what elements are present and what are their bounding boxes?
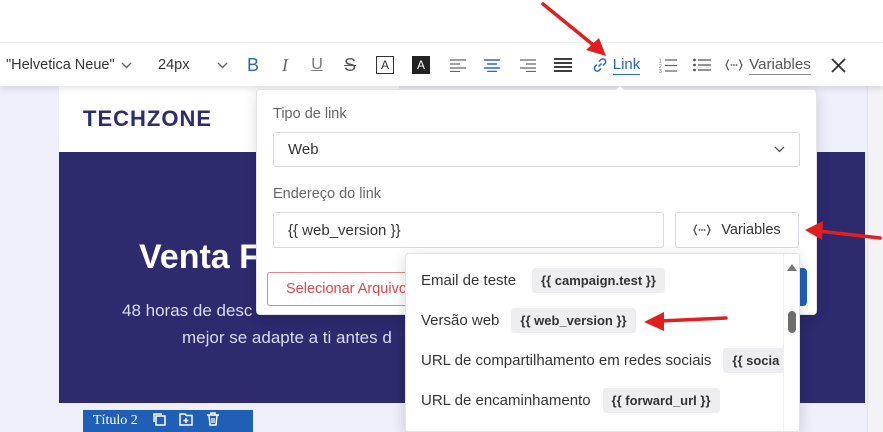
select-file-label: Selecionar Arquivo (286, 281, 407, 297)
bullet-list-button[interactable] (691, 43, 713, 87)
align-left-icon (450, 58, 466, 72)
variables-button-label: Variables (749, 55, 811, 75)
strikethrough-button[interactable]: S (339, 43, 361, 87)
variables-icon (693, 224, 712, 236)
chevron-down-icon (217, 62, 228, 69)
link-button-label: Link (612, 55, 641, 75)
align-center-button[interactable] (482, 43, 502, 87)
bullet-list-icon (693, 58, 711, 72)
underline-icon: U (311, 56, 323, 73)
close-icon (830, 57, 846, 73)
svg-text:3: 3 (659, 69, 662, 73)
insert-variable-label: Variables (721, 222, 781, 238)
align-center-icon (484, 58, 500, 72)
variable-tag: {{ socia (723, 348, 789, 373)
variable-option-forward-url[interactable]: URL de encaminhamento {{ forward_url }} (421, 388, 720, 413)
link-button[interactable]: Link (586, 43, 646, 87)
hero-text-line-2: mejor se adapte a ti antes d (182, 328, 392, 347)
select-file-button[interactable]: Selecionar Arquivo (267, 272, 417, 306)
justify-icon (554, 58, 572, 72)
link-type-label: Tipo de link (273, 106, 347, 122)
chevron-down-icon (121, 62, 132, 69)
variable-option-social-share-url[interactable]: URL de compartilhamento em redes sociais… (421, 348, 789, 373)
hero-title[interactable]: Venta F (139, 238, 260, 277)
save-block-icon[interactable] (178, 411, 194, 432)
insert-variable-button[interactable]: Variables (675, 212, 799, 248)
close-toolbar-button[interactable] (826, 43, 850, 87)
hero-text-line-1: 48 horas de desc (122, 301, 253, 320)
variables-button[interactable]: Variables (722, 43, 814, 87)
variable-tag: {{ campaign.test }} (532, 268, 665, 293)
font-size-value: 24px (158, 57, 190, 73)
text-color-button[interactable]: A (374, 43, 396, 87)
text-color-icon: A (376, 56, 394, 74)
variables-icon (725, 59, 744, 71)
variables-dropdown: Email de teste {{ campaign.test }} Versã… (405, 253, 800, 432)
chevron-down-icon (774, 146, 785, 153)
popover-caret (613, 86, 627, 93)
justify-button[interactable] (553, 43, 573, 87)
bold-button[interactable]: B (243, 43, 263, 87)
link-address-label: Endereço do link (273, 186, 382, 202)
scroll-up-arrow-icon[interactable] (787, 264, 797, 271)
variable-option-label: URL de encaminhamento (421, 392, 591, 409)
variable-option-label: URL de compartilhamento em redes sociais (421, 352, 712, 369)
bold-icon: B (246, 54, 259, 75)
dropdown-scrollbar[interactable] (783, 254, 799, 431)
link-type-select[interactable]: Web (273, 132, 800, 167)
strikethrough-icon: S (343, 54, 356, 75)
link-address-input[interactable] (273, 212, 664, 248)
block-toolbar: Título 2 (83, 410, 253, 432)
ordered-list-button[interactable]: 123 (657, 43, 679, 87)
editor-window: TECHZONE Venta F 48 horas de desc mejor … (0, 0, 883, 432)
variable-tag: {{ forward_url }} (602, 388, 720, 413)
underline-button[interactable]: U (307, 43, 327, 87)
variable-option-label: Versão web (421, 312, 500, 329)
italic-button[interactable]: I (275, 43, 295, 87)
align-right-button[interactable] (518, 43, 538, 87)
block-type-label: Título 2 (93, 413, 138, 428)
italic-icon: I (282, 54, 288, 75)
align-right-icon (520, 58, 536, 72)
background-color-icon: A (412, 56, 430, 74)
scrollbar-thumb[interactable] (788, 311, 796, 333)
link-type-value: Web (288, 141, 319, 158)
variable-option-label: Email de teste (421, 272, 517, 289)
duplicate-icon[interactable] (151, 411, 167, 432)
align-left-button[interactable] (448, 43, 468, 87)
link-icon (593, 58, 607, 72)
brand-logo-text: TECHZONE (83, 106, 212, 131)
font-family-select[interactable]: "Helvetica Neue" (6, 43, 136, 87)
font-size-select[interactable]: 24px (158, 43, 228, 87)
variable-option-web-version[interactable]: Versão web {{ web_version }} (421, 308, 636, 333)
variable-option-email-test[interactable]: Email de teste {{ campaign.test }} (421, 268, 665, 293)
ordered-list-icon: 123 (659, 58, 677, 73)
background-color-button[interactable]: A (410, 43, 432, 87)
variable-tag: {{ web_version }} (511, 308, 636, 333)
trash-icon[interactable] (205, 411, 221, 432)
font-family-value: "Helvetica Neue" (6, 57, 115, 73)
page-scrollbar[interactable] (867, 42, 883, 432)
text-format-toolbar: "Helvetica Neue" 24px B I U S A A Link 1… (0, 42, 883, 86)
